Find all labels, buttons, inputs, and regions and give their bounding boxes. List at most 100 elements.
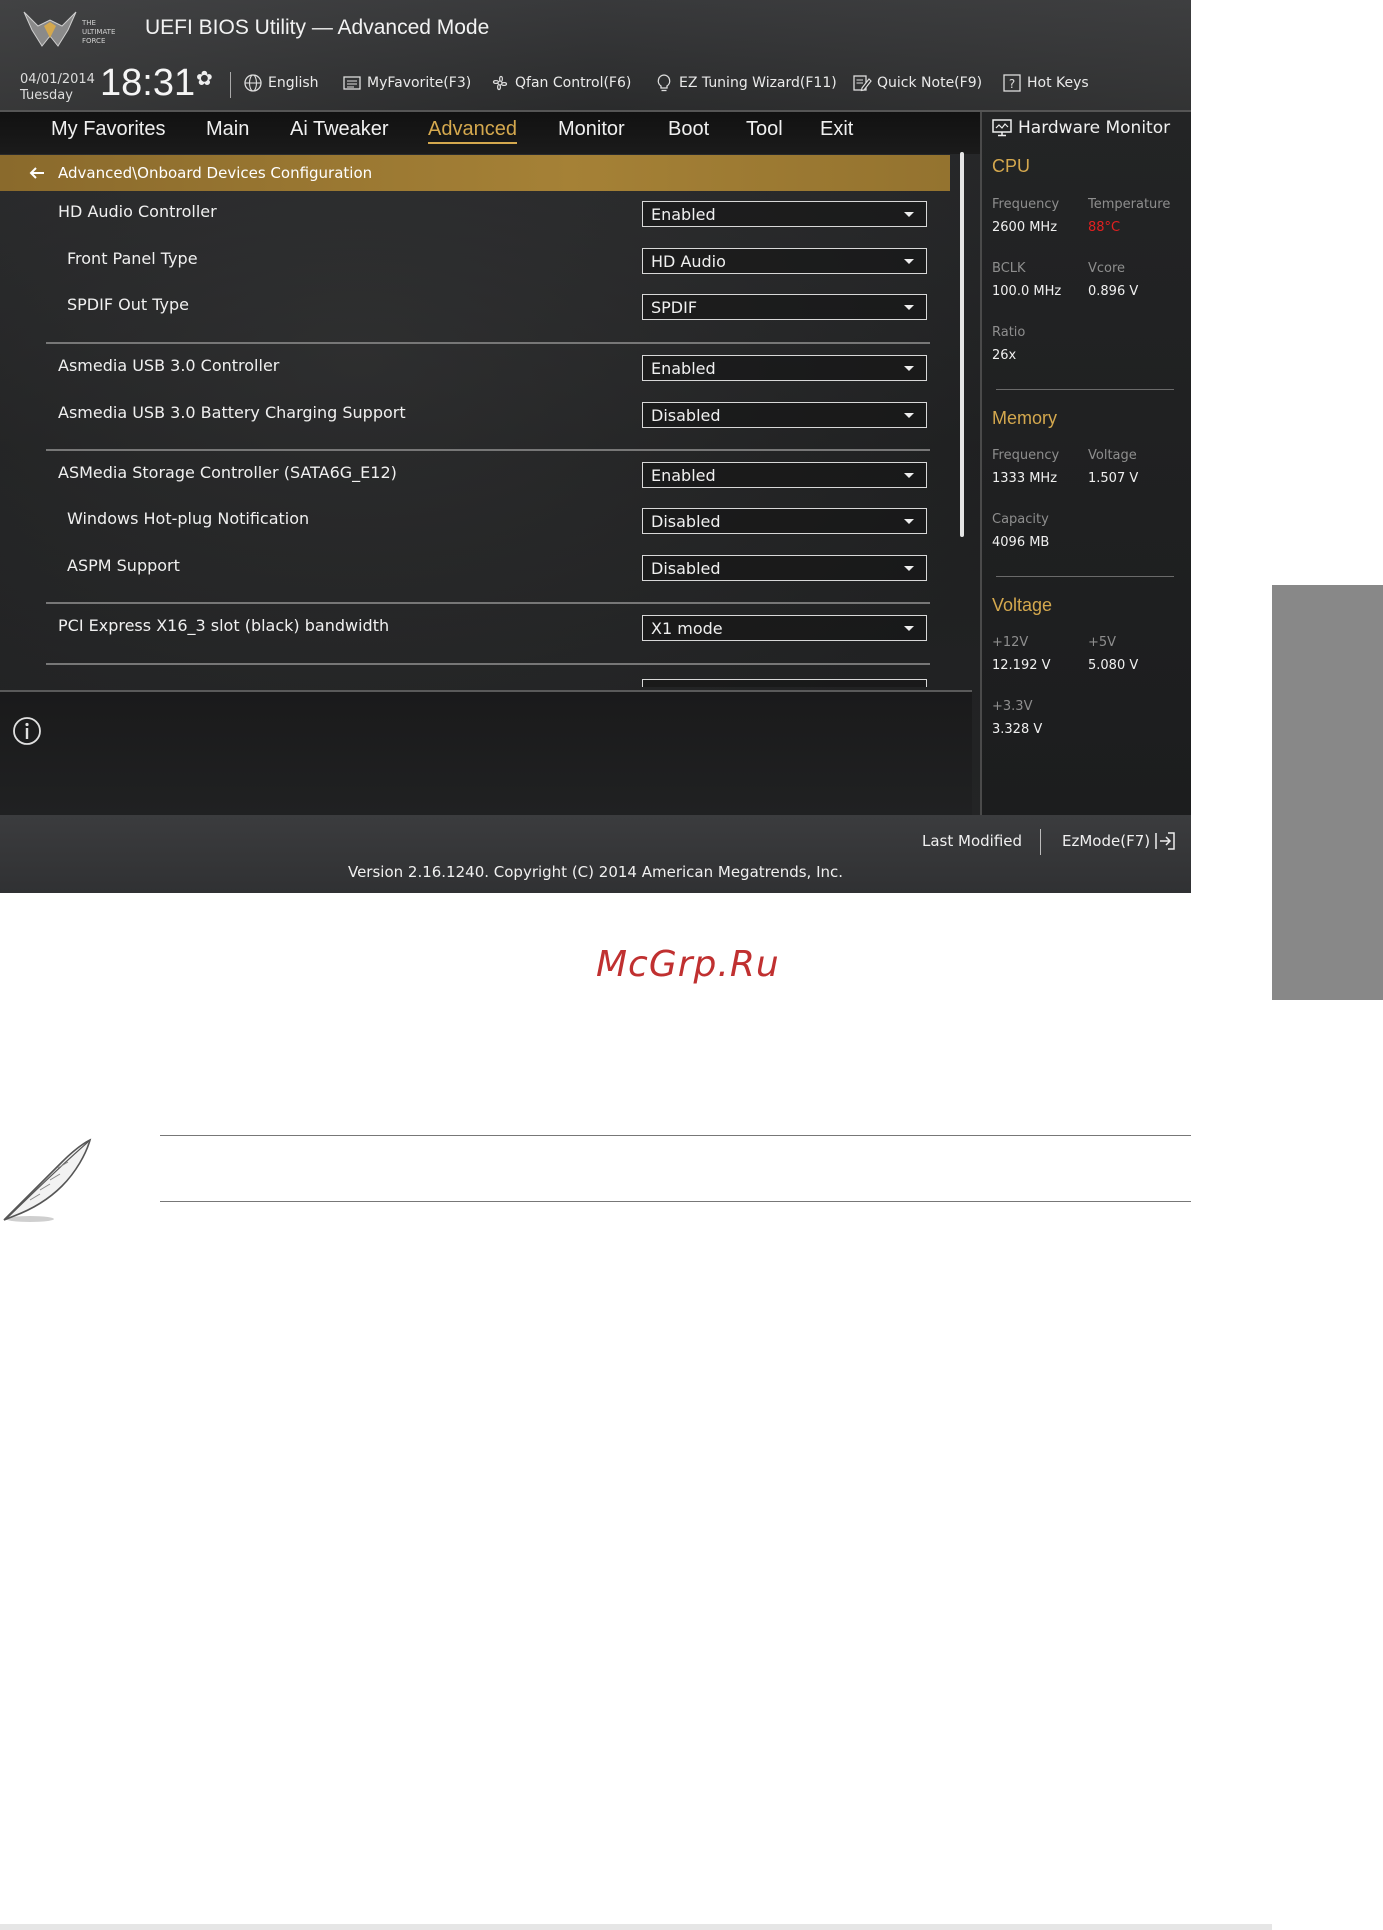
qfan-button[interactable]: Qfan Control(F6): [490, 72, 631, 94]
setting-label: PCI Express X16_3 slot (black) bandwidth: [58, 616, 390, 635]
hd-audio-controller-select[interactable]: Enabled: [642, 201, 927, 227]
cpu-temperature-value: 88°C: [1088, 220, 1121, 235]
section-divider: [46, 602, 930, 604]
section-divider: [46, 342, 930, 344]
last-modified-button[interactable]: Last Modified: [922, 832, 1022, 850]
back-arrow-icon[interactable]: [28, 164, 46, 182]
setting-row-pcie-x16-3-bandwidth: PCI Express X16_3 slot (black) bandwidth…: [0, 609, 930, 647]
breadcrumb-path: Advanced\Onboard Devices Configuration: [58, 164, 373, 182]
hw-divider: [996, 576, 1174, 577]
setting-row-asmedia-usb3-controller: Asmedia USB 3.0 Controller Enabled: [0, 349, 930, 387]
help-panel: [0, 690, 972, 815]
cpu-temperature-label: Temperature: [1088, 197, 1171, 212]
hot-keys-label: Hot Keys: [1027, 75, 1089, 91]
note-edit-icon: [853, 75, 872, 92]
v12-label: +12V: [992, 635, 1029, 650]
breadcrumb: Advanced\Onboard Devices Configuration: [0, 155, 950, 191]
language-label: English: [268, 75, 319, 91]
settings-scrollbar[interactable]: [960, 152, 964, 537]
setting-label: Asmedia USB 3.0 Controller: [58, 356, 280, 375]
ez-tuning-button[interactable]: EZ Tuning Wizard(F11): [654, 72, 837, 94]
tab-monitor[interactable]: Monitor: [558, 118, 625, 141]
hw-divider: [996, 389, 1174, 390]
cpu-heading: CPU: [992, 156, 1031, 176]
tab-ai-tweaker[interactable]: Ai Tweaker: [290, 118, 389, 141]
memory-frequency-value: 1333 MHz: [992, 471, 1058, 486]
select-value: X1 mode: [651, 619, 723, 638]
myfavorite-button[interactable]: MyFavorite(F3): [342, 72, 471, 94]
cpu-frequency-value: 2600 MHz: [992, 220, 1058, 235]
setting-label: Front Panel Type: [67, 249, 198, 268]
ratio-label: Ratio: [992, 325, 1026, 340]
tab-my-favorites[interactable]: My Favorites: [51, 118, 165, 141]
memory-capacity-value: 4096 MB: [992, 535, 1050, 550]
hardware-monitor-title-text: Hardware Monitor: [1018, 118, 1171, 138]
select-value: Enabled: [651, 205, 716, 224]
watermark: McGrp.Ru: [596, 944, 780, 985]
logo-text: THE: [81, 19, 96, 27]
tab-advanced[interactable]: Advanced: [428, 118, 517, 144]
memory-frequency-label: Frequency: [992, 448, 1060, 463]
select-value: Enabled: [651, 466, 716, 485]
svg-text:ULTIMATE: ULTIMATE: [82, 28, 115, 36]
quick-note-button[interactable]: Quick Note(F9): [852, 72, 982, 94]
asmedia-storage-controller-select[interactable]: Enabled: [642, 462, 927, 488]
bios-footer: Last Modified EzMode(F7) Version 2.16.12…: [0, 815, 1191, 893]
voltage-heading: Voltage: [992, 595, 1053, 615]
setting-row-asmedia-storage-controller: ASMedia Storage Controller (SATA6G_E12) …: [0, 456, 930, 494]
setting-label: HD Audio Controller: [58, 202, 217, 221]
memory-voltage-label: Voltage: [1088, 448, 1137, 463]
tab-boot[interactable]: Boot: [668, 118, 709, 141]
select-value: Enabled: [651, 359, 716, 378]
lightbulb-icon: [657, 74, 671, 92]
v33-label: +3.3V: [992, 699, 1033, 714]
setting-row-asmedia-usb3-battery-charging: Asmedia USB 3.0 Battery Charging Support…: [0, 396, 930, 434]
main-nav: My Favorites Main Ai Tweaker Advanced Mo…: [0, 112, 980, 154]
windows-hotplug-notification-select[interactable]: Disabled: [642, 508, 927, 534]
memory-heading: Memory: [992, 408, 1058, 428]
ezmode-label: EzMode(F7): [1062, 832, 1151, 850]
asmedia-usb3-battery-charging-select[interactable]: Disabled: [642, 402, 927, 428]
aspm-support-select[interactable]: Disabled: [642, 555, 927, 581]
svg-text:?: ?: [1009, 77, 1015, 91]
select-value: Disabled: [651, 406, 721, 425]
header-divider: [230, 72, 231, 98]
gear-icon[interactable]: ✿: [196, 66, 213, 90]
setting-label: Asmedia USB 3.0 Battery Charging Support: [58, 403, 406, 422]
version-text: Version 2.16.1240. Copyright (C) 2014 Am…: [347, 863, 844, 881]
tab-exit[interactable]: Exit: [820, 118, 853, 141]
caret-down-icon: [904, 212, 914, 217]
tab-main[interactable]: Main: [206, 118, 249, 141]
ratio-value: 26x: [992, 348, 1017, 363]
caret-down-icon: [904, 473, 914, 478]
question-mark-icon: ?: [1003, 74, 1021, 92]
front-panel-type-select[interactable]: HD Audio: [642, 248, 927, 274]
caret-down-icon: [904, 566, 914, 571]
v33-value: 3.328 V: [992, 722, 1043, 737]
ezmode-button[interactable]: EzMode(F7): [1062, 832, 1176, 850]
language-button[interactable]: English: [243, 72, 319, 94]
select-value: HD Audio: [651, 252, 726, 271]
bclk-value: 100.0 MHz: [992, 284, 1062, 299]
myfavorite-label: MyFavorite(F3): [367, 75, 472, 91]
spdif-out-type-select[interactable]: SPDIF: [642, 294, 927, 320]
qfan-label: Qfan Control(F6): [515, 75, 632, 91]
monitor-icon: [992, 119, 1012, 137]
vcore-value: 0.896 V: [1088, 284, 1139, 299]
pcie-x16-3-bandwidth-select[interactable]: X1 mode: [642, 615, 927, 641]
select-value: Disabled: [651, 512, 721, 531]
memory-voltage-value: 1.507 V: [1088, 471, 1139, 486]
partially-hidden-select[interactable]: [642, 679, 927, 687]
asmedia-usb3-controller-select[interactable]: Enabled: [642, 355, 927, 381]
tab-tool[interactable]: Tool: [746, 118, 783, 141]
ez-tuning-label: EZ Tuning Wizard(F11): [679, 75, 837, 91]
feather-quill-icon: [3, 1138, 92, 1222]
vcore-label: Vcore: [1088, 261, 1126, 276]
v12-value: 12.192 V: [992, 658, 1051, 673]
hardware-monitor-title: Hardware Monitor: [992, 118, 1170, 138]
page-bottom-rule: [0, 1924, 1272, 1930]
weekday-value: Tuesday: [20, 88, 73, 103]
hot-keys-button[interactable]: ? Hot Keys: [1002, 72, 1089, 94]
memory-capacity-label: Capacity: [992, 512, 1049, 527]
app-title: UEFI BIOS Utility — Advanced Mode: [145, 16, 490, 39]
